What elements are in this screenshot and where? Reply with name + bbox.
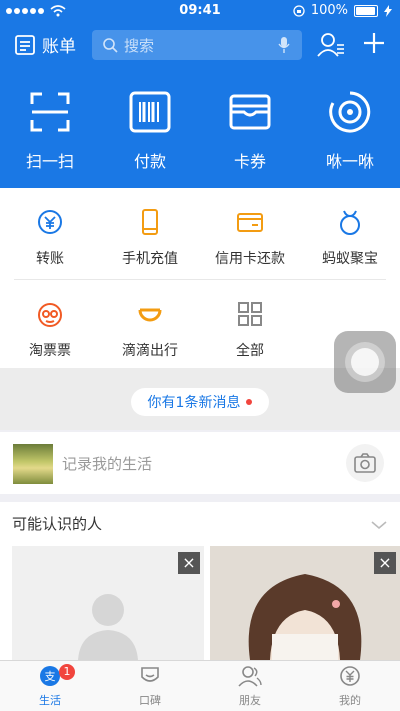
didi-icon: [138, 308, 162, 322]
charging-icon: [384, 4, 392, 17]
card-wallet-label: 卡券: [233, 152, 266, 171]
life-icon: 支: [40, 666, 60, 686]
dismiss-button[interactable]: ×: [178, 552, 200, 574]
service-didi[interactable]: 滴滴出行: [100, 300, 200, 360]
new-message-text: 你有1条新消息: [147, 395, 241, 411]
transfer-icon: [38, 210, 62, 234]
status-bar: 09:41 100%: [0, 0, 400, 22]
service-label: 淘票票: [29, 343, 71, 359]
person-card[interactable]: ×: [12, 546, 204, 660]
quick-actions-panel: 扫一扫 付款 卡券 咻一咻: [0, 68, 400, 188]
people-title: 可能认识的人: [12, 515, 103, 533]
camera-icon: [354, 453, 376, 473]
search-input[interactable]: 搜索: [92, 30, 302, 60]
bill-label: 账单: [42, 37, 76, 57]
grid-all-icon: [238, 302, 262, 326]
card-wallet-button[interactable]: 卡券: [200, 90, 300, 172]
koubei-icon: [141, 667, 159, 682]
service-ant-fortune[interactable]: 蚂蚁聚宝: [300, 208, 400, 268]
scan-label: 扫一扫: [25, 152, 74, 171]
search-icon: [103, 38, 118, 53]
service-all[interactable]: 全部: [200, 300, 300, 360]
friends-icon: [238, 666, 262, 687]
top-nav-bar: 账单 搜索: [0, 22, 400, 68]
orientation-lock-icon: [293, 4, 305, 17]
service-transfer[interactable]: 转账: [0, 208, 100, 268]
tab-label: 朋友: [239, 694, 261, 707]
service-taopiaopiao[interactable]: 淘票票: [0, 300, 100, 360]
record-life-bar[interactable]: [0, 432, 400, 494]
service-label: 滴滴出行: [122, 343, 178, 359]
svg-text:支: 支: [45, 670, 56, 683]
battery-icon: [354, 4, 378, 17]
contacts-button[interactable]: [317, 32, 345, 62]
card-wallet-icon: [229, 94, 271, 130]
tab-label: 生活: [39, 694, 61, 707]
phone-recharge-icon: [142, 209, 158, 235]
credit-card-icon: [237, 213, 263, 232]
pay-button[interactable]: 付款: [100, 90, 200, 172]
search-placeholder: 搜索: [124, 36, 155, 55]
record-thumbnail: [13, 444, 53, 484]
taopiaopiao-icon: [38, 303, 62, 327]
service-credit-card[interactable]: 信用卡还款: [200, 208, 300, 268]
service-label: 信用卡还款: [215, 251, 285, 267]
scan-button[interactable]: 扫一扫: [0, 90, 100, 172]
xiu-label: 咻一咻: [325, 152, 374, 171]
notification-badge: 1: [59, 664, 75, 680]
tab-label: 我的: [339, 694, 361, 707]
pay-label: 付款: [133, 152, 166, 171]
ant-fortune-icon: [340, 210, 360, 235]
grid-divider: [14, 279, 386, 280]
service-phone-recharge[interactable]: 手机充值: [100, 208, 200, 268]
tab-koubei[interactable]: 口碑: [100, 665, 200, 708]
bill-button[interactable]: 账单: [14, 32, 76, 57]
contacts-icon: [317, 33, 344, 57]
scan-icon: [30, 92, 70, 132]
bill-icon: [15, 34, 35, 55]
person-photo: [210, 546, 400, 660]
tab-mine[interactable]: 我的: [300, 665, 400, 708]
default-avatar-icon: [78, 594, 138, 660]
my-wallet-icon: [340, 666, 360, 686]
chevron-down-icon: [371, 521, 387, 530]
plus-icon: [364, 33, 384, 53]
service-label: 手机充值: [122, 251, 178, 267]
service-label: 转账: [36, 251, 64, 267]
assistive-touch-button[interactable]: [334, 331, 396, 393]
microphone-icon[interactable]: [278, 36, 290, 54]
xiu-ripple-icon: [329, 91, 371, 133]
tab-life[interactable]: 支 生活: [0, 665, 100, 708]
barcode-icon: [129, 91, 171, 133]
battery-percent: 100%: [310, 3, 348, 18]
add-button[interactable]: [362, 31, 386, 59]
new-message-pill[interactable]: 你有1条新消息: [131, 388, 269, 416]
tab-friends[interactable]: 朋友: [200, 665, 300, 708]
dismiss-button[interactable]: ×: [374, 552, 396, 574]
record-life-text: 记录我的生活: [62, 455, 153, 473]
xiu-button[interactable]: 咻一咻: [300, 90, 400, 172]
camera-button[interactable]: [346, 444, 384, 482]
unread-dot: [246, 399, 253, 405]
tab-label: 口碑: [139, 694, 161, 707]
service-label: 蚂蚁聚宝: [322, 251, 378, 267]
person-card[interactable]: ×: [210, 546, 400, 660]
collapse-chevron[interactable]: [370, 516, 388, 535]
service-label: 全部: [236, 343, 264, 359]
